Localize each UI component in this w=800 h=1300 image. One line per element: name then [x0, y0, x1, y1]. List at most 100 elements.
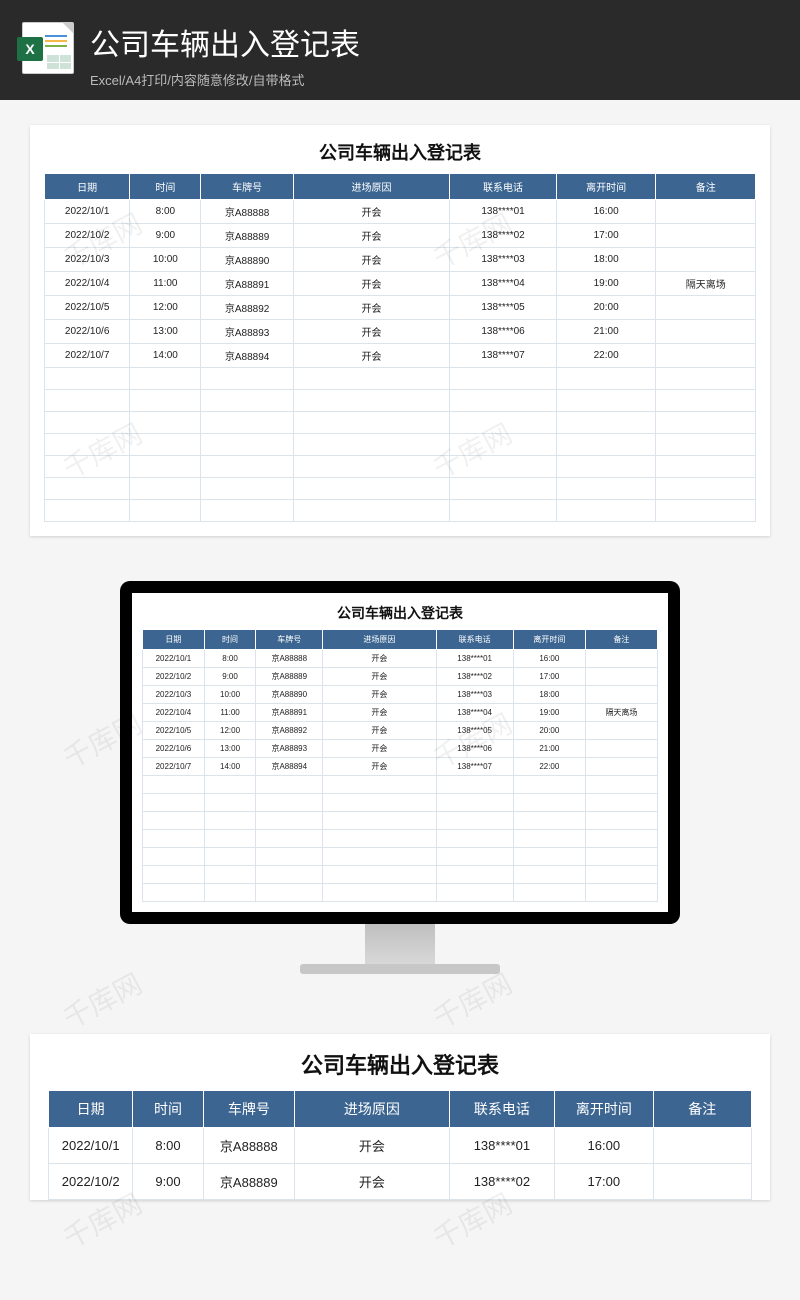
- cell-phone: 138****03: [436, 686, 513, 704]
- cell-empty: [204, 794, 256, 812]
- cell-time: 13:00: [204, 740, 256, 758]
- cell-empty: [204, 866, 256, 884]
- excel-file-icon: X: [22, 22, 74, 74]
- cell-plate: 京A88888: [256, 650, 323, 668]
- cell-empty: [656, 390, 756, 412]
- column-header: 时间: [130, 174, 201, 200]
- cell-reason: 开会: [293, 224, 449, 248]
- cell-empty: [143, 776, 205, 794]
- cell-note: [656, 248, 756, 272]
- cell-note: [585, 740, 657, 758]
- cell-empty: [656, 434, 756, 456]
- cell-time: 13:00: [130, 320, 201, 344]
- spreadsheet: 公司车辆出入登记表 日期时间车牌号进场原因联系电话离开时间备注 2022/10/…: [30, 1034, 770, 1200]
- cell-reason: 开会: [323, 704, 436, 722]
- cell-empty: [436, 830, 513, 848]
- cell-reason: 开会: [323, 740, 436, 758]
- cell-empty: [45, 390, 130, 412]
- cell-plate: 京A88889: [203, 1164, 294, 1200]
- table-row: 2022/10/18:00京A88888开会138****0116:00: [143, 650, 658, 668]
- cell-note: [656, 344, 756, 368]
- cell-phone: 138****05: [436, 722, 513, 740]
- cell-empty: [143, 812, 205, 830]
- column-header: 日期: [143, 630, 205, 650]
- cell-empty: [450, 412, 557, 434]
- cell-empty: [556, 478, 656, 500]
- column-header: 时间: [204, 630, 256, 650]
- cell-date: 2022/10/3: [45, 248, 130, 272]
- table-row-empty: [45, 368, 756, 390]
- cell-empty: [513, 776, 585, 794]
- cell-phone: 138****04: [450, 272, 557, 296]
- cell-empty: [256, 848, 323, 866]
- cell-plate: 京A88888: [201, 200, 293, 224]
- cell-leave: 20:00: [556, 296, 656, 320]
- cell-empty: [513, 884, 585, 902]
- cell-empty: [45, 500, 130, 522]
- cell-phone: 138****07: [436, 758, 513, 776]
- column-header: 进场原因: [295, 1091, 450, 1128]
- cell-empty: [436, 812, 513, 830]
- column-header: 离开时间: [513, 630, 585, 650]
- cell-time: 9:00: [133, 1164, 203, 1200]
- cell-empty: [513, 830, 585, 848]
- cell-empty: [204, 776, 256, 794]
- cell-time: 14:00: [130, 344, 201, 368]
- data-table: 日期时间车牌号进场原因联系电话离开时间备注 2022/10/18:00京A888…: [142, 629, 658, 902]
- monitor-screen: 公司车辆出入登记表 日期时间车牌号进场原因联系电话离开时间备注 2022/10/…: [120, 581, 680, 924]
- cell-empty: [513, 794, 585, 812]
- cell-empty: [293, 456, 449, 478]
- cell-phone: 138****06: [436, 740, 513, 758]
- cell-empty: [323, 830, 436, 848]
- cell-note: 隔天离场: [656, 272, 756, 296]
- cell-time: 9:00: [204, 668, 256, 686]
- cell-empty: [143, 884, 205, 902]
- cell-empty: [293, 390, 449, 412]
- cell-reason: 开会: [293, 344, 449, 368]
- spreadsheet: 公司车辆出入登记表 日期时间车牌号进场原因联系电话离开时间备注 2022/10/…: [30, 125, 770, 536]
- cell-date: 2022/10/5: [45, 296, 130, 320]
- cell-note: [656, 200, 756, 224]
- cell-plate: 京A88889: [256, 668, 323, 686]
- cell-note: [585, 722, 657, 740]
- cell-empty: [143, 830, 205, 848]
- cell-reason: 开会: [293, 296, 449, 320]
- cell-empty: [656, 478, 756, 500]
- cell-empty: [45, 368, 130, 390]
- table-row-empty: [45, 434, 756, 456]
- monitor-stand-neck: [365, 924, 435, 964]
- table-row: 2022/10/29:00京A88889开会138****0217:00: [49, 1164, 752, 1200]
- cell-phone: 138****06: [450, 320, 557, 344]
- cell-empty: [45, 412, 130, 434]
- cell-date: 2022/10/2: [45, 224, 130, 248]
- cell-phone: 138****01: [436, 650, 513, 668]
- table-row: 2022/10/411:00京A88891开会138****0419:00隔天离…: [143, 704, 658, 722]
- table-body: 2022/10/18:00京A88888开会138****0116:002022…: [45, 200, 756, 522]
- cell-phone: 138****03: [450, 248, 557, 272]
- cell-reason: 开会: [293, 320, 449, 344]
- column-header: 备注: [656, 174, 756, 200]
- cell-plate: 京A88891: [201, 272, 293, 296]
- cell-note: 隔天离场: [585, 704, 657, 722]
- table-row-empty: [143, 848, 658, 866]
- cell-empty: [450, 478, 557, 500]
- cell-leave: 17:00: [556, 224, 656, 248]
- cell-plate: 京A88890: [256, 686, 323, 704]
- table-row-empty: [45, 412, 756, 434]
- table-row: 2022/10/310:00京A88890开会138****0318:00: [45, 248, 756, 272]
- cell-reason: 开会: [323, 758, 436, 776]
- cell-phone: 138****01: [450, 200, 557, 224]
- cell-note: [656, 296, 756, 320]
- cell-empty: [130, 368, 201, 390]
- cell-empty: [256, 812, 323, 830]
- cell-date: 2022/10/4: [143, 704, 205, 722]
- table-row-empty: [143, 812, 658, 830]
- page-title: 公司车辆出入登记表: [90, 20, 770, 64]
- cell-empty: [201, 412, 293, 434]
- page-header: X 公司车辆出入登记表 Excel/A4打印/内容随意修改/自带格式: [0, 0, 800, 100]
- cell-note: [585, 650, 657, 668]
- data-table: 日期时间车牌号进场原因联系电话离开时间备注 2022/10/18:00京A888…: [48, 1090, 752, 1200]
- sheet-title: 公司车辆出入登记表: [142, 601, 658, 629]
- cell-empty: [204, 884, 256, 902]
- column-header: 进场原因: [293, 174, 449, 200]
